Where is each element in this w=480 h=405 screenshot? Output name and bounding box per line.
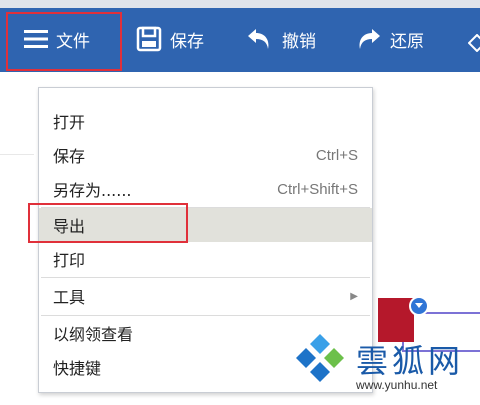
menu-item-open[interactable]: 打开 <box>39 104 372 138</box>
file-menu-label: 文件 <box>56 31 90 52</box>
save-label: 保存 <box>170 31 204 52</box>
menu-item-label: 打印 <box>53 251 86 270</box>
menu-item-label: 快捷键 <box>53 359 102 378</box>
hamburger-icon <box>24 29 48 49</box>
watermark-text: 雲狐网 <box>356 342 465 380</box>
menu-item-save-as[interactable]: 另存为...... Ctrl+Shift+S <box>39 172 372 206</box>
undo-arrow-icon <box>246 25 274 53</box>
menu-item-label: 导出 <box>53 217 86 236</box>
menu-item-shortcut: Ctrl+S <box>315 146 358 164</box>
file-menu-button[interactable]: 文件 <box>8 16 122 62</box>
redo-arrow-icon <box>354 25 382 53</box>
menu-item-label: 打开 <box>53 113 86 132</box>
chevron-right-icon: ▶ <box>350 290 358 302</box>
undo-button[interactable]: 撤销 <box>246 16 316 62</box>
menu-separator <box>41 277 370 278</box>
canvas-connector-line <box>0 154 34 155</box>
save-button[interactable]: 保存 <box>136 16 204 62</box>
menu-item-print[interactable]: 打印 <box>39 242 372 276</box>
window-top-strip <box>0 0 480 8</box>
floppy-disk-icon <box>136 26 162 52</box>
menu-item-save[interactable]: 保存 Ctrl+S <box>39 138 372 172</box>
redo-label: 还原 <box>390 31 424 52</box>
menu-item-label: 另存为...... <box>53 181 132 200</box>
undo-label: 撤销 <box>282 31 316 52</box>
menu-item-label: 工具 <box>53 288 86 307</box>
main-toolbar: 文件 保存 撤销 还原 <box>0 8 480 72</box>
diamond-icon[interactable] <box>467 33 480 53</box>
menu-item-tools[interactable]: 工具 ▶ <box>39 279 372 313</box>
menu-item-shortcut: Ctrl+Shift+S <box>277 180 358 198</box>
menu-item-label: 保存 <box>53 147 86 166</box>
watermark-logo-icon <box>290 330 350 390</box>
menu-item-export[interactable]: 导出 <box>39 208 372 242</box>
watermark-url: www.yunhu.net <box>356 378 438 392</box>
chevron-down-icon[interactable] <box>409 296 429 316</box>
menu-item-label: 以纲领查看 <box>53 325 134 344</box>
redo-button[interactable]: 还原 <box>354 16 424 62</box>
